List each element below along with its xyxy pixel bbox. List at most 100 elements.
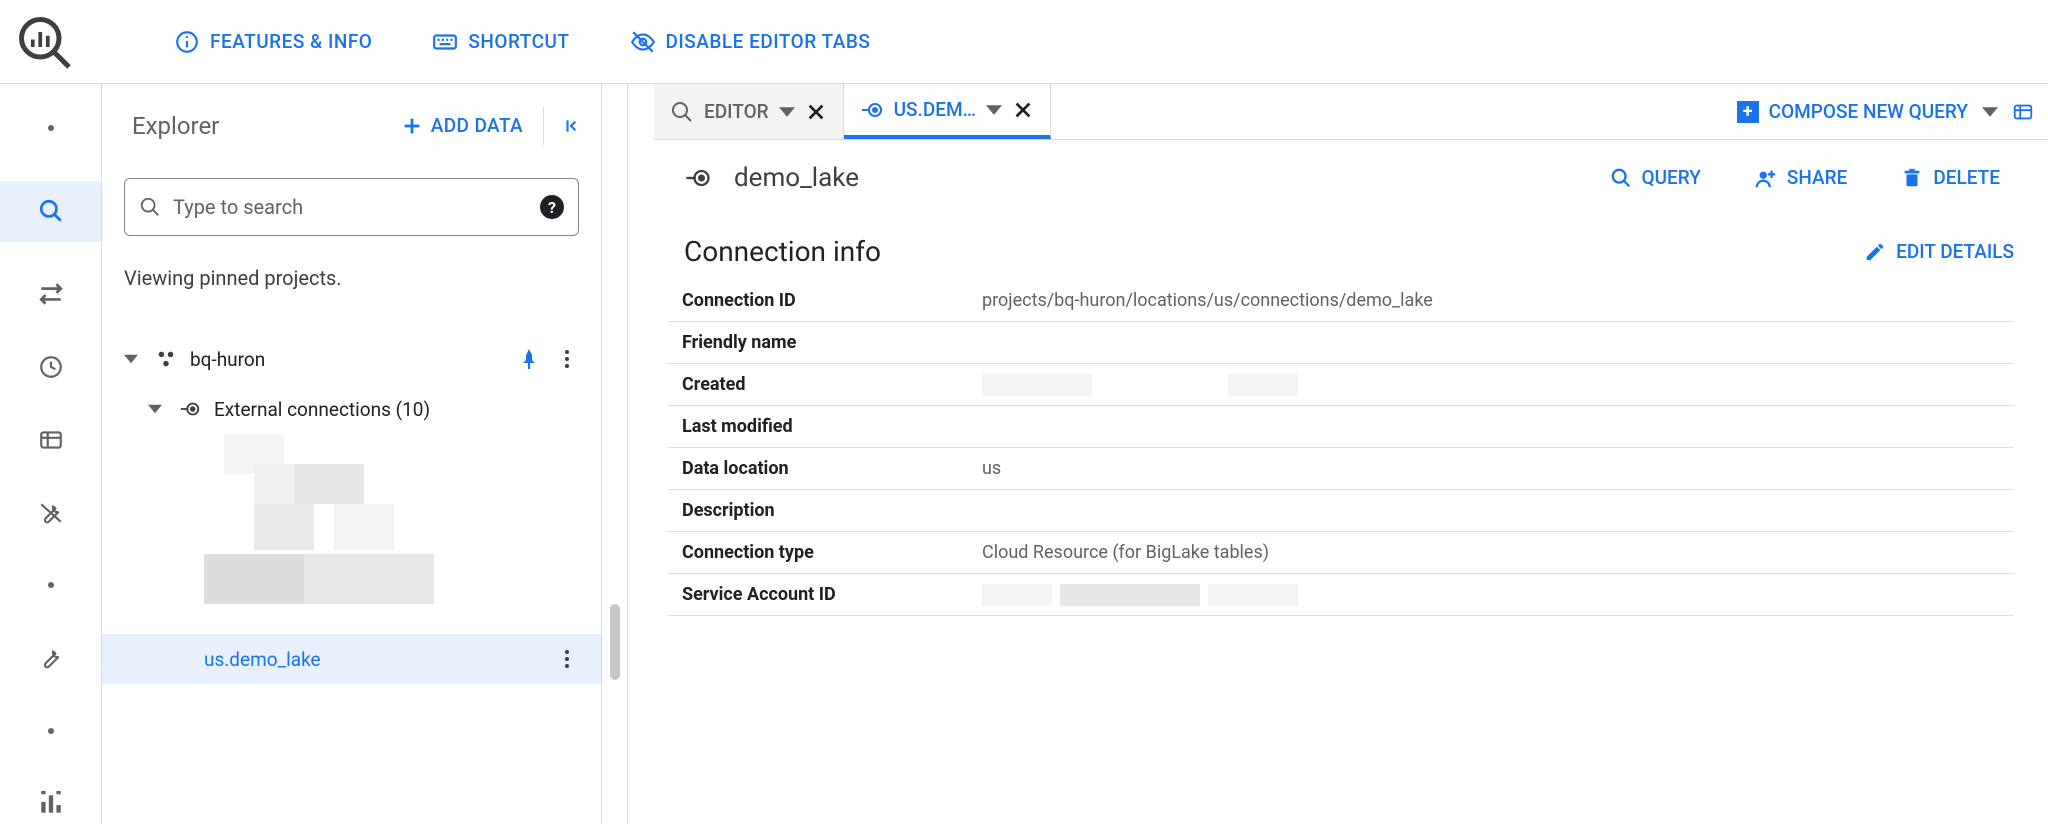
delete-button[interactable]: DELETE — [1885, 158, 2016, 197]
explorer-title: Explorer — [132, 112, 401, 140]
table-icon[interactable] — [2012, 101, 2034, 123]
external-connections-row[interactable]: External connections (10) — [124, 384, 579, 434]
info-val: Cloud Resource (for BigLake tables) — [982, 542, 2014, 563]
pin-icon[interactable] — [517, 347, 541, 371]
info-key: Created — [682, 374, 982, 395]
tab-connection[interactable]: US.DEM… — [844, 84, 1051, 139]
share-label: SHARE — [1787, 166, 1847, 189]
project-row[interactable]: bq-huron — [124, 334, 579, 384]
features-info-button[interactable]: FEATURES & INFO — [174, 29, 372, 55]
edit-details-label: EDIT DETAILS — [1896, 240, 2014, 263]
tab-connection-label: US.DEM… — [894, 98, 976, 121]
shortcut-button[interactable]: SHORTCUT — [432, 29, 569, 55]
tab-editor[interactable]: EDITOR — [654, 84, 844, 139]
info-row-connection-id: Connection ID projects/bq-huron/location… — [668, 280, 2014, 322]
close-icon[interactable] — [805, 101, 827, 123]
search-help-icon[interactable]: ? — [540, 195, 564, 219]
share-button[interactable]: SHARE — [1739, 158, 1863, 197]
rail-item-sql[interactable] — [0, 181, 101, 242]
rail-item-dot1[interactable] — [27, 108, 75, 149]
add-data-button[interactable]: ADD DATA — [401, 114, 543, 137]
rail-item-transfers[interactable] — [27, 274, 75, 315]
main-content: EDITOR US.DEM… + COMPOSE NEW QUERY — [654, 84, 2048, 824]
compose-dropdown[interactable] — [1982, 104, 1998, 120]
edit-details-button[interactable]: EDIT DETAILS — [1864, 240, 2014, 263]
caret-down-icon — [148, 402, 168, 416]
selected-connection-label: us.demo_lake — [204, 648, 555, 671]
redacted-connections — [204, 434, 579, 614]
tab-bar: EDITOR US.DEM… + COMPOSE NEW QUERY — [654, 84, 2048, 140]
eye-off-icon — [630, 29, 656, 55]
caret-down-icon — [124, 352, 144, 366]
info-val — [982, 584, 2014, 606]
info-val: projects/bq-huron/locations/us/connectio… — [982, 290, 2014, 311]
collapse-explorer-button[interactable] — [543, 107, 581, 145]
info-row-description: Description — [668, 490, 2014, 532]
project-label: bq-huron — [190, 348, 517, 371]
shell: Explorer ADD DATA Type to search ? Viewi… — [0, 84, 2048, 824]
info-key: Connection type — [682, 542, 982, 563]
resource-title: demo_lake — [734, 163, 1572, 193]
query-label: QUERY — [1642, 166, 1701, 189]
info-row-friendly-name: Friendly name — [668, 322, 2014, 364]
info-key: Description — [682, 500, 982, 521]
viewing-pinned-label: Viewing pinned projects. — [124, 266, 579, 290]
shortcut-label: SHORTCUT — [468, 30, 569, 53]
rail-item-dot2[interactable] — [27, 565, 75, 606]
chevron-down-icon[interactable] — [779, 104, 795, 120]
search-placeholder: Type to search — [173, 195, 528, 219]
info-row-data-location: Data location us — [668, 448, 2014, 490]
more-icon[interactable] — [555, 647, 579, 671]
info-row-created: Created — [668, 364, 2014, 406]
features-info-label: FEATURES & INFO — [210, 30, 372, 53]
left-nav-rail — [0, 84, 102, 824]
info-key: Last modified — [682, 416, 982, 437]
info-row-last-modified: Last modified — [668, 406, 2014, 448]
info-val — [982, 374, 2014, 396]
external-connections-label: External connections (10) — [214, 398, 579, 421]
chevron-down-icon[interactable] — [986, 102, 1002, 118]
info-key: Friendly name — [682, 332, 982, 353]
rail-item-dot3[interactable] — [27, 711, 75, 752]
info-table: Connection ID projects/bq-huron/location… — [668, 280, 2014, 616]
add-data-label: ADD DATA — [431, 114, 523, 137]
search-input[interactable]: Type to search ? — [124, 178, 579, 236]
more-icon[interactable] — [555, 347, 579, 371]
disable-tabs-label: DISABLE EDITOR TABS — [666, 30, 871, 53]
connection-icon — [684, 164, 712, 192]
info-row-service-account: Service Account ID — [668, 574, 2014, 616]
resize-gutter-2[interactable] — [628, 84, 654, 824]
bigquery-icon — [670, 100, 694, 124]
query-button[interactable]: QUERY — [1594, 158, 1717, 197]
bigquery-logo — [14, 12, 74, 72]
close-icon[interactable] — [1012, 99, 1034, 121]
info-val: us — [982, 458, 2014, 479]
section-title: Connection info — [684, 235, 1864, 268]
top-toolbar: FEATURES & INFO SHORTCUT DISABLE EDITOR … — [0, 0, 2048, 84]
resize-gutter[interactable] — [602, 84, 628, 824]
info-key: Connection ID — [682, 290, 982, 311]
rail-item-wrench-off[interactable] — [27, 492, 75, 533]
delete-label: DELETE — [1933, 166, 2000, 189]
tab-editor-label: EDITOR — [704, 100, 769, 123]
project-icon — [152, 345, 180, 373]
compose-label: COMPOSE NEW QUERY — [1769, 100, 1968, 123]
compose-new-query-button[interactable]: + COMPOSE NEW QUERY — [1737, 100, 1968, 123]
rail-item-scheduled[interactable] — [27, 347, 75, 388]
info-row-connection-type: Connection type Cloud Resource (for BigL… — [668, 532, 2014, 574]
connection-icon — [860, 98, 884, 122]
scrollbar-thumb[interactable] — [610, 604, 620, 680]
info-key: Service Account ID — [682, 584, 982, 605]
resource-header: demo_lake QUERY SHARE DELETE — [654, 140, 2048, 207]
info-key: Data location — [682, 458, 982, 479]
rail-item-bars[interactable] — [27, 783, 75, 824]
rail-item-table[interactable] — [27, 419, 75, 460]
selected-connection-row[interactable]: us.demo_lake — [102, 634, 601, 684]
disable-tabs-button[interactable]: DISABLE EDITOR TABS — [630, 29, 871, 55]
connection-icon — [176, 395, 204, 423]
search-icon — [139, 196, 161, 218]
plus-icon: + — [1737, 101, 1759, 123]
keyboard-icon — [432, 29, 458, 55]
rail-item-wrench[interactable] — [27, 638, 75, 679]
explorer-panel: Explorer ADD DATA Type to search ? Viewi… — [102, 84, 602, 824]
